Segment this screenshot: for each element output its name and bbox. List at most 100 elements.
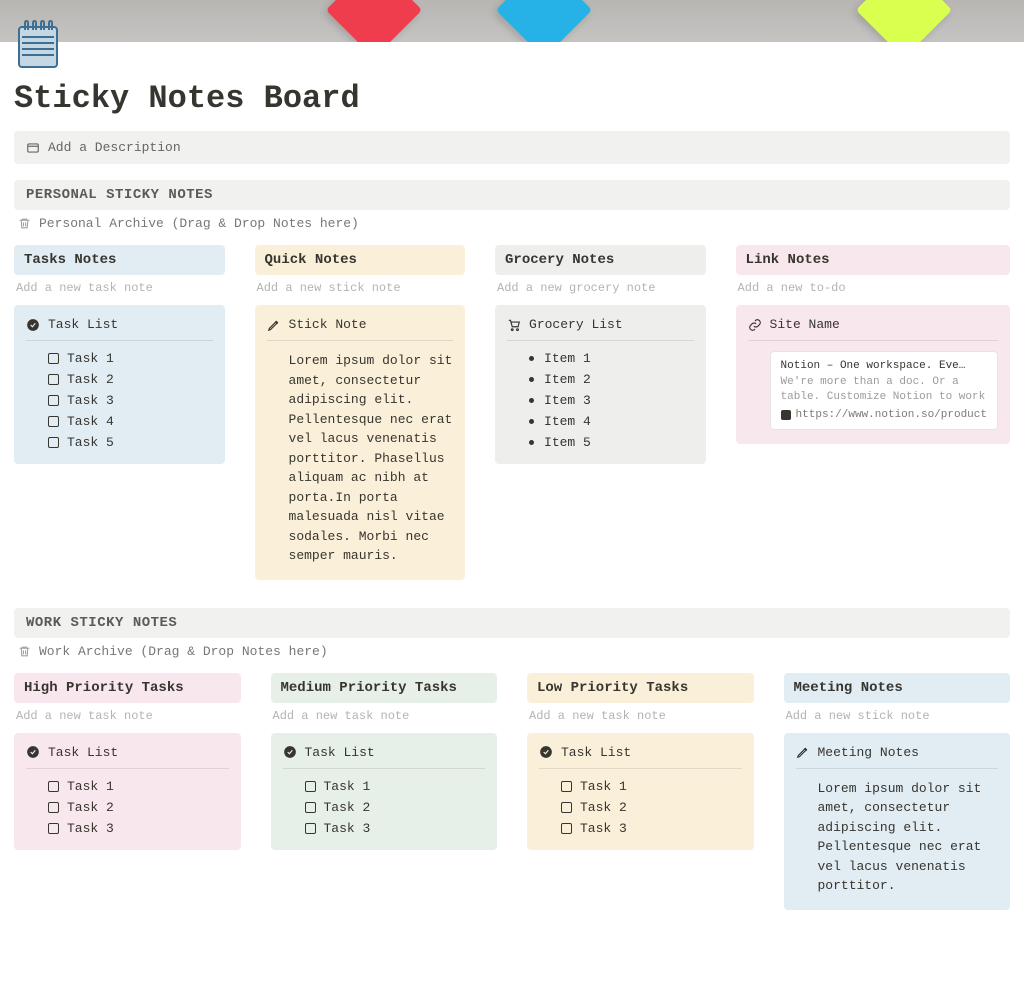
description-placeholder: Add a Description	[48, 140, 181, 155]
task-item[interactable]: Task 2	[283, 800, 486, 815]
card-title-text: Task List	[48, 745, 118, 760]
archive-personal[interactable]: Personal Archive (Drag & Drop Notes here…	[18, 216, 1006, 231]
note-body: Lorem ipsum dolor sit amet, consectetur …	[267, 351, 454, 566]
page-icon[interactable]	[14, 14, 62, 68]
add-note-placeholder[interactable]: Add a new grocery note	[495, 275, 706, 305]
task-item[interactable]: Task 1	[539, 779, 742, 794]
check-circle-icon	[539, 745, 553, 759]
list-item: Item 1	[529, 351, 694, 366]
checkbox-icon[interactable]	[305, 823, 316, 834]
column-heading: Medium Priority Tasks	[271, 673, 498, 703]
board-personal: Tasks Notes Add a new task note Task Lis…	[14, 245, 1010, 580]
checkbox-icon[interactable]	[48, 437, 59, 448]
checkbox-icon[interactable]	[48, 353, 59, 364]
task-item[interactable]: Task 3	[26, 393, 213, 408]
add-note-placeholder[interactable]: Add a new task note	[14, 703, 241, 733]
cart-icon	[507, 318, 521, 332]
column-heading: Tasks Notes	[14, 245, 225, 275]
archive-label: Personal Archive (Drag & Drop Notes here…	[39, 216, 359, 231]
card-title-text: Meeting Notes	[818, 745, 919, 760]
bookmark-title: Notion – One workspace. Eve…	[781, 360, 987, 372]
cover-image	[0, 0, 1024, 42]
checkbox-icon[interactable]	[305, 781, 316, 792]
list-item: Item 4	[529, 414, 694, 429]
checkbox-icon[interactable]	[561, 781, 572, 792]
pencil-icon	[267, 318, 281, 332]
section-heading-work: WORK STICKY NOTES	[14, 608, 1010, 638]
card-title-text: Task List	[561, 745, 631, 760]
check-circle-icon	[283, 745, 297, 759]
column-grocery-notes: Grocery Notes Add a new grocery note Gro…	[495, 245, 706, 580]
check-circle-icon	[26, 318, 40, 332]
note-card[interactable]: Meeting Notes Lorem ipsum dolor sit amet…	[784, 733, 1011, 910]
note-card[interactable]: Task List Task 1 Task 2 Task 3	[14, 733, 241, 850]
task-item[interactable]: Task 2	[539, 800, 742, 815]
checkbox-icon[interactable]	[561, 823, 572, 834]
note-card[interactable]: Task List Task 1 Task 2 Task 3 Task 4 Ta…	[14, 305, 225, 464]
card-title-text: Task List	[48, 317, 118, 332]
task-item[interactable]: Task 2	[26, 372, 213, 387]
archive-label: Work Archive (Drag & Drop Notes here)	[39, 644, 328, 659]
column-link-notes: Link Notes Add a new to-do Site Name Not…	[736, 245, 1010, 580]
task-item[interactable]: Task 1	[26, 351, 213, 366]
list-item: Item 2	[529, 372, 694, 387]
column-heading: Link Notes	[736, 245, 1010, 275]
column-tasks-notes: Tasks Notes Add a new task note Task Lis…	[14, 245, 225, 580]
checkbox-icon[interactable]	[561, 802, 572, 813]
add-note-placeholder[interactable]: Add a new task note	[14, 275, 225, 305]
trash-icon	[18, 645, 31, 658]
column-heading: Low Priority Tasks	[527, 673, 754, 703]
card-title-text: Site Name	[770, 317, 840, 332]
checkbox-icon[interactable]	[48, 395, 59, 406]
checkbox-icon[interactable]	[48, 781, 59, 792]
checkbox-icon[interactable]	[48, 374, 59, 385]
note-card[interactable]: Task List Task 1 Task 2 Task 3	[527, 733, 754, 850]
column-quick-notes: Quick Notes Add a new stick note Stick N…	[255, 245, 466, 580]
note-card[interactable]: Grocery List Item 1 Item 2 Item 3 Item 4…	[495, 305, 706, 464]
note-card[interactable]: Task List Task 1 Task 2 Task 3	[271, 733, 498, 850]
list-item: Item 5	[529, 435, 694, 450]
card-title-text: Task List	[305, 745, 375, 760]
section-heading-personal: PERSONAL STICKY NOTES	[14, 180, 1010, 210]
task-item[interactable]: Task 5	[26, 435, 213, 450]
task-item[interactable]: Task 3	[26, 821, 229, 836]
task-item[interactable]: Task 3	[283, 821, 486, 836]
callout-icon	[26, 141, 40, 155]
card-title-text: Grocery List	[529, 317, 623, 332]
link-icon	[748, 318, 762, 332]
column-meeting-notes: Meeting Notes Add a new stick note Meeti…	[784, 673, 1011, 910]
check-circle-icon	[26, 745, 40, 759]
list-item: Item 3	[529, 393, 694, 408]
page-title[interactable]: Sticky Notes Board	[14, 80, 1010, 117]
description-callout[interactable]: Add a Description	[14, 131, 1010, 164]
checkbox-icon[interactable]	[48, 416, 59, 427]
task-item[interactable]: Task 4	[26, 414, 213, 429]
column-low-priority: Low Priority Tasks Add a new task note T…	[527, 673, 754, 910]
task-item[interactable]: Task 3	[539, 821, 742, 836]
note-card[interactable]: Site Name Notion – One workspace. Eve… W…	[736, 305, 1010, 444]
note-card[interactable]: Stick Note Lorem ipsum dolor sit amet, c…	[255, 305, 466, 580]
board-work: High Priority Tasks Add a new task note …	[14, 673, 1010, 910]
archive-work[interactable]: Work Archive (Drag & Drop Notes here)	[18, 644, 1006, 659]
add-note-placeholder[interactable]: Add a new stick note	[784, 703, 1011, 733]
bookmark-desc: We're more than a doc. Or a table. Custo…	[781, 375, 987, 405]
column-high-priority: High Priority Tasks Add a new task note …	[14, 673, 241, 910]
task-item[interactable]: Task 2	[26, 800, 229, 815]
bookmark[interactable]: Notion – One workspace. Eve… We're more …	[770, 351, 998, 430]
add-note-placeholder[interactable]: Add a new stick note	[255, 275, 466, 305]
checkbox-icon[interactable]	[48, 823, 59, 834]
column-heading: Meeting Notes	[784, 673, 1011, 703]
favicon-icon	[781, 410, 791, 420]
bookmark-url: https://www.notion.so/product	[796, 409, 987, 421]
task-item[interactable]: Task 1	[26, 779, 229, 794]
add-note-placeholder[interactable]: Add a new to-do	[736, 275, 1010, 305]
checkbox-icon[interactable]	[48, 802, 59, 813]
task-item[interactable]: Task 1	[283, 779, 486, 794]
column-medium-priority: Medium Priority Tasks Add a new task not…	[271, 673, 498, 910]
card-title-text: Stick Note	[289, 317, 367, 332]
add-note-placeholder[interactable]: Add a new task note	[271, 703, 498, 733]
add-note-placeholder[interactable]: Add a new task note	[527, 703, 754, 733]
note-body: Lorem ipsum dolor sit amet, consectetur …	[796, 779, 999, 896]
checkbox-icon[interactable]	[305, 802, 316, 813]
column-heading: High Priority Tasks	[14, 673, 241, 703]
